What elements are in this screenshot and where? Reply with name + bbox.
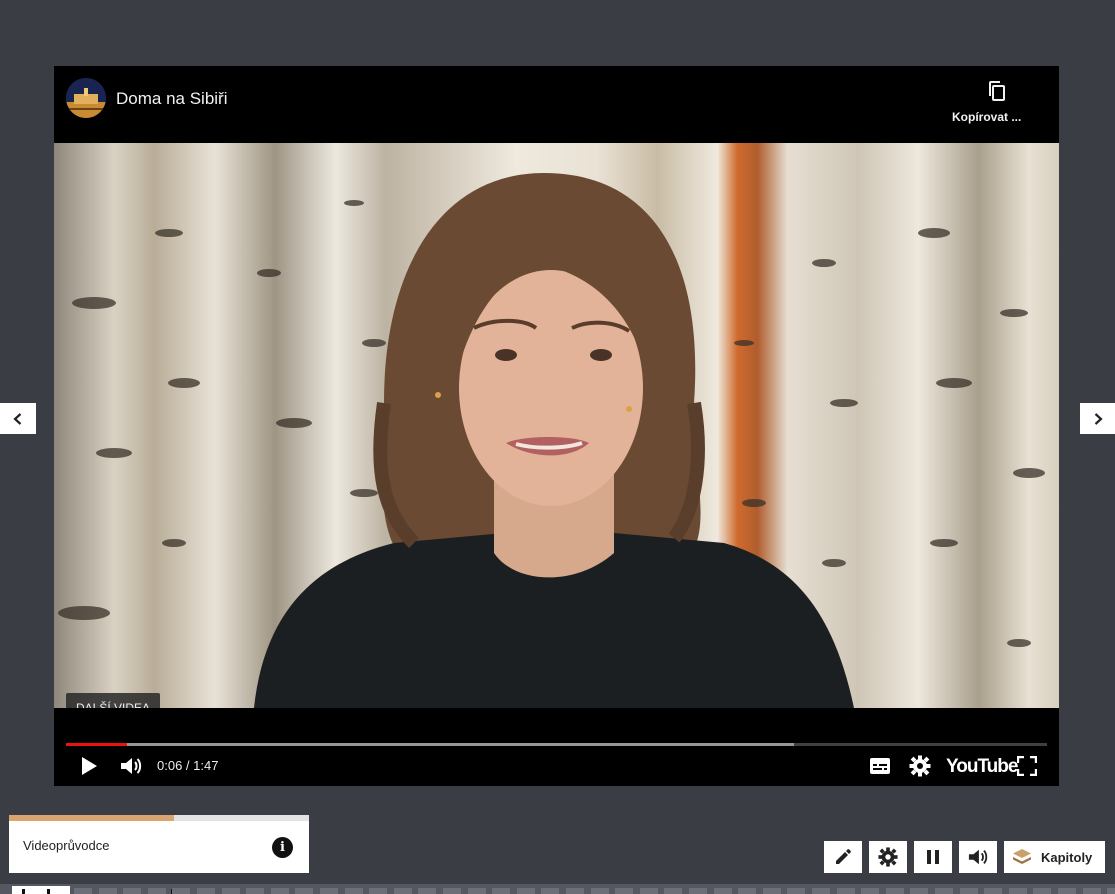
- video-frame[interactable]: [54, 143, 1059, 708]
- timeline-slot[interactable]: [910, 888, 928, 894]
- guide-progress-fill: [9, 815, 174, 821]
- fullscreen-icon: [1017, 756, 1037, 776]
- timeline-slot[interactable]: [935, 888, 953, 894]
- channel-logo-image: [66, 78, 106, 118]
- timeline-slot[interactable]: [74, 888, 92, 894]
- chevron-left-icon: [13, 412, 22, 425]
- timeline-slot[interactable]: [246, 888, 264, 894]
- timeline-slot[interactable]: [591, 888, 609, 894]
- timeline-slot[interactable]: [517, 888, 535, 894]
- settings-tool-button[interactable]: [869, 841, 907, 873]
- timeline-slot[interactable]: [812, 888, 830, 894]
- volume-button[interactable]: [118, 754, 144, 778]
- video-guide-card[interactable]: Videoprůvodce i: [9, 815, 309, 873]
- timeline-slot[interactable]: [861, 888, 879, 894]
- timeline-slot[interactable]: [1058, 888, 1076, 894]
- subtitles-button[interactable]: [868, 756, 892, 776]
- timeline-slot[interactable]: [714, 888, 732, 894]
- progress-bar[interactable]: [66, 743, 1047, 746]
- timeline-slot[interactable]: [222, 888, 240, 894]
- copy-link-label: Kopírovat ...: [952, 110, 1022, 124]
- subtitles-icon: [870, 758, 890, 774]
- timeline-slot[interactable]: [394, 888, 412, 894]
- pencil-icon: [836, 849, 851, 864]
- timeline-slot[interactable]: [197, 888, 215, 894]
- timeline-slot[interactable]: [468, 888, 486, 894]
- presenter-image: [254, 173, 854, 708]
- timeline-slot[interactable]: [640, 888, 658, 894]
- timeline-slot[interactable]: [960, 888, 978, 894]
- play-icon: [82, 757, 97, 775]
- timeline-slot[interactable]: [345, 888, 363, 894]
- volume-icon: [968, 849, 988, 865]
- timeline-slot[interactable]: [787, 888, 805, 894]
- timeline-slot[interactable]: [172, 888, 190, 894]
- guide-label: Videoprůvodce: [23, 838, 110, 853]
- timeline-slot[interactable]: [295, 888, 313, 894]
- timeline-slot[interactable]: [984, 888, 1002, 894]
- timeline-current-segment[interactable]: [12, 886, 70, 894]
- chevron-right-icon: [1094, 412, 1103, 425]
- youtube-logo[interactable]: YouTube: [946, 756, 1018, 778]
- timeline-marker: [47, 889, 50, 894]
- copy-link-button[interactable]: Kopírovat ...: [952, 78, 1034, 128]
- timeline-slot[interactable]: [369, 888, 387, 894]
- video-player[interactable]: Doma na Sibiři Kopírovat ... DALŠÍ VIDEA: [54, 66, 1059, 786]
- player-top-bar: Doma na Sibiři Kopírovat ...: [54, 66, 1059, 143]
- layers-icon: [1013, 849, 1031, 864]
- timeline-slot[interactable]: [1083, 888, 1101, 894]
- gear-icon: [909, 755, 931, 777]
- pause-button[interactable]: [914, 841, 952, 873]
- timeline-slot[interactable]: [1033, 888, 1051, 894]
- progress-buffered: [66, 743, 794, 746]
- progress-played: [66, 743, 127, 746]
- player-controls: 0:06 / 1:47 YouTube: [54, 708, 1059, 786]
- chapters-button[interactable]: Kapitoly: [1004, 841, 1105, 873]
- timeline-slot[interactable]: [123, 888, 141, 894]
- guide-progress-bar: [9, 815, 309, 821]
- timeline-marker: [22, 889, 25, 894]
- timeline-slot[interactable]: [689, 888, 707, 894]
- page: Doma na Sibiři Kopírovat ... DALŠÍ VIDEA: [0, 0, 1115, 894]
- timeline-slot[interactable]: [148, 888, 166, 894]
- timeline-slot[interactable]: [320, 888, 338, 894]
- pause-icon: [927, 850, 939, 864]
- timeline-slot[interactable]: [738, 888, 756, 894]
- timeline-slot[interactable]: [443, 888, 461, 894]
- timeline-slot[interactable]: [1009, 888, 1027, 894]
- timeline-slot[interactable]: [1107, 888, 1115, 894]
- timeline-slot[interactable]: [492, 888, 510, 894]
- info-icon[interactable]: i: [272, 837, 293, 858]
- timeline-slot[interactable]: [664, 888, 682, 894]
- play-button[interactable]: [76, 754, 102, 778]
- timeline-slot[interactable]: [566, 888, 584, 894]
- copy-icon: [989, 81, 1005, 101]
- timeline-slot[interactable]: [763, 888, 781, 894]
- timeline-slot[interactable]: [837, 888, 855, 894]
- volume-icon: [121, 758, 142, 774]
- edit-button[interactable]: [824, 841, 862, 873]
- sound-button[interactable]: [959, 841, 997, 873]
- timeline-slot[interactable]: [271, 888, 289, 894]
- chapters-label: Kapitoly: [1041, 850, 1093, 865]
- timeline-slot[interactable]: [886, 888, 904, 894]
- fullscreen-button[interactable]: [1015, 754, 1039, 778]
- timeline-slot[interactable]: [99, 888, 117, 894]
- prev-button[interactable]: [0, 403, 36, 434]
- channel-avatar[interactable]: [66, 78, 106, 118]
- timeline-slot[interactable]: [418, 888, 436, 894]
- timeline-slot[interactable]: [615, 888, 633, 894]
- settings-button[interactable]: [907, 754, 933, 778]
- next-button[interactable]: [1080, 403, 1115, 434]
- video-title[interactable]: Doma na Sibiři: [116, 88, 228, 110]
- gear-icon: [878, 847, 898, 867]
- timeline-slot[interactable]: [541, 888, 559, 894]
- time-display: 0:06 / 1:47: [157, 758, 219, 773]
